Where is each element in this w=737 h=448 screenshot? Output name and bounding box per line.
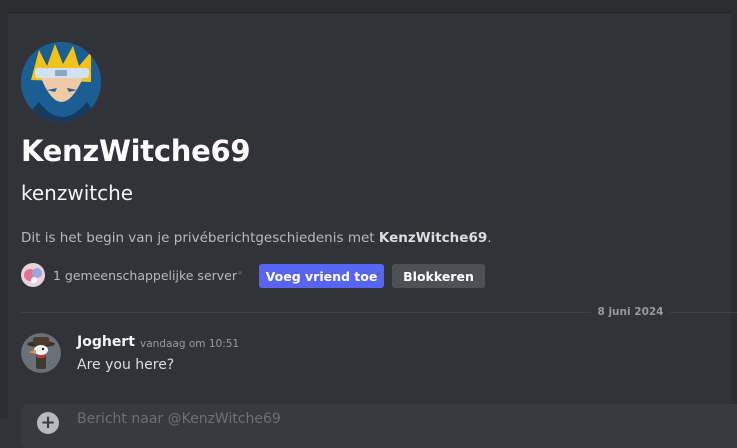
intro-name[interactable]: KenzWitche69 <box>379 230 487 246</box>
member-panel-edge <box>731 12 737 419</box>
message-timestamp: vandaag om 10:51 <box>140 338 240 350</box>
date-divider-line-left <box>21 312 591 313</box>
server-icon[interactable] <box>21 263 45 287</box>
separator-dot <box>238 271 242 275</box>
date-divider: 8 juni 2024 <box>597 306 664 318</box>
message-text: Are you here? <box>77 357 175 373</box>
intro-suffix: . <box>487 230 492 246</box>
message-author[interactable]: Joghert <box>77 333 135 351</box>
add-friend-button[interactable]: Voeg vriend toe <box>259 264 384 288</box>
intro-prefix: Dit is het begin van je privéberichtgesc… <box>21 230 379 246</box>
message-composer: + <box>21 404 737 448</box>
date-divider-line-right <box>670 312 737 313</box>
plus-circle-icon[interactable]: + <box>37 412 59 434</box>
mutual-servers[interactable]: 1 gemeenschappelijke server <box>21 263 237 287</box>
profile-username: kenzwitche <box>21 181 134 205</box>
profile-display-name: KenzWitche69 <box>21 134 251 168</box>
message-input[interactable] <box>77 404 677 434</box>
sidebar-edge <box>0 0 8 419</box>
mutual-servers-label[interactable]: 1 gemeenschappelijke server <box>53 268 237 283</box>
anime-avatar-icon[interactable] <box>21 42 101 122</box>
block-button[interactable]: Blokkeren <box>392 264 485 288</box>
dm-intro-text: Dit is het begin van je privéberichtgesc… <box>21 229 492 247</box>
top-bar <box>0 0 737 13</box>
duck-avatar-icon[interactable] <box>21 333 61 373</box>
